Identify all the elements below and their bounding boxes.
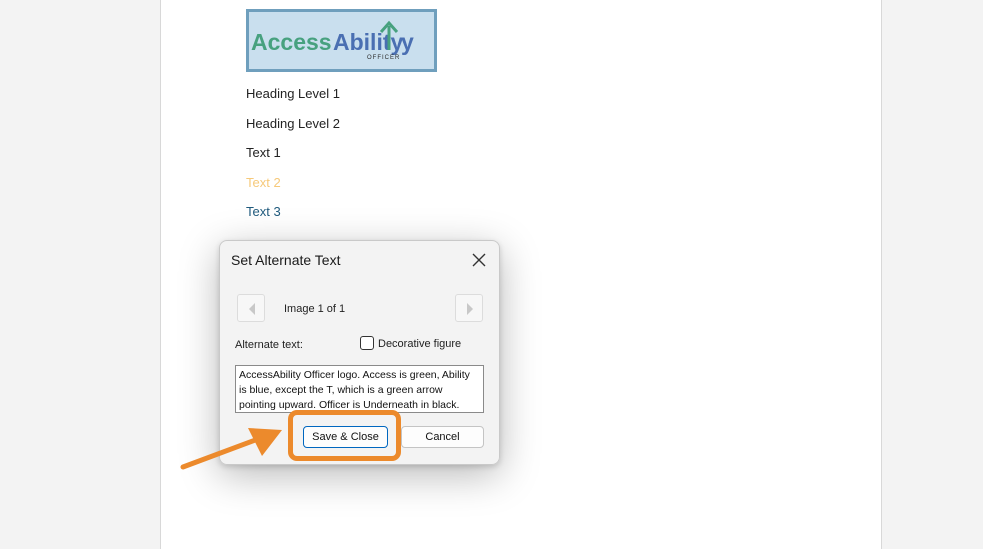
chevron-left-icon [249,303,255,315]
close-icon [472,253,486,267]
alternate-text-input[interactable]: AccessAbility Officer logo. Access is gr… [235,365,484,413]
cancel-button[interactable]: Cancel [401,426,484,448]
alternate-text-label: Alternate text: [235,339,303,351]
chevron-right-icon [467,303,473,315]
close-button[interactable] [469,250,489,270]
decorative-figure-checkbox[interactable] [360,336,374,350]
dialog-title: Set Alternate Text [231,252,341,268]
text-line-1[interactable]: Text 1 [246,145,281,160]
accessability-logo-icon: Access Ability y OFFICER [251,20,414,61]
screenshot-stage: Access Ability y OFFICER Heading Level 1… [0,0,983,549]
decorative-figure-label[interactable]: Decorative figure [378,338,461,350]
previous-image-button[interactable] [237,294,265,322]
logo-tagline: OFFICER [367,55,400,61]
logo-word-ability: Ability [333,29,403,55]
logo-image[interactable]: Access Ability y OFFICER [246,9,437,72]
next-image-button[interactable] [455,294,483,322]
text-line-2[interactable]: Text 2 [246,175,281,190]
logo-letter-y: y [401,29,414,55]
text-line-3[interactable]: Text 3 [246,204,281,219]
heading-level-1[interactable]: Heading Level 1 [246,86,340,101]
logo-word-access: Access [251,29,332,55]
set-alternate-text-dialog: Set Alternate Text Image 1 of 1 Alternat… [219,240,500,465]
image-counter: Image 1 of 1 [284,303,346,315]
heading-level-2[interactable]: Heading Level 2 [246,116,340,131]
save-close-button[interactable]: Save & Close [303,426,388,448]
